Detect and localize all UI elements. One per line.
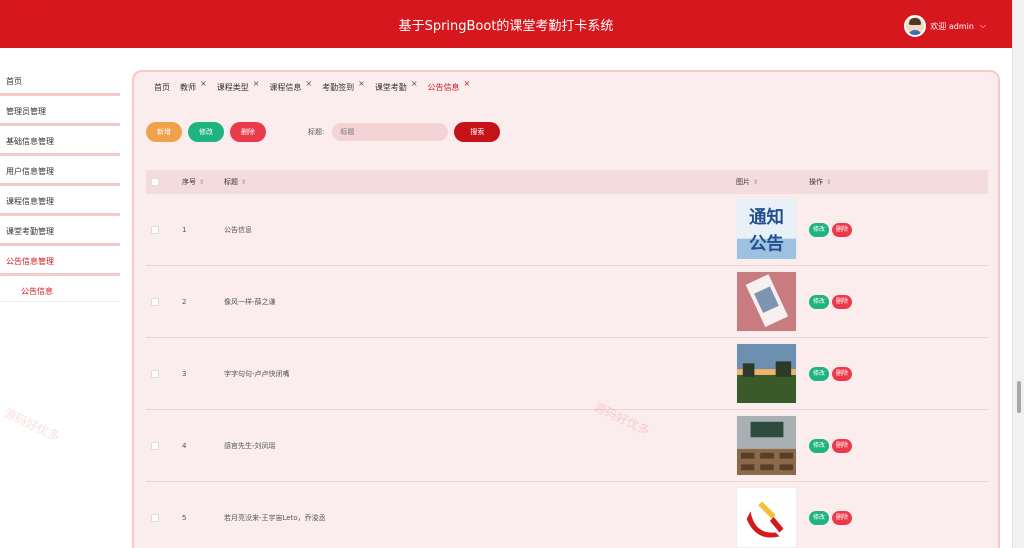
tab-course-type[interactable]: 课程类型 × [216, 79, 260, 93]
close-icon[interactable]: × [411, 79, 418, 88]
row-title: 公告信息 [224, 225, 252, 234]
sidebar-item-user-info[interactable]: 用户信息管理 [0, 156, 120, 186]
sidebar: 首页 管理员管理 基础信息管理 用户信息管理 课程信息管理 课堂考勤管理 公告信… [0, 66, 120, 302]
tab-course-info[interactable]: 课程信息 × [269, 79, 312, 93]
row-checkbox[interactable] [151, 225, 159, 234]
toolbar: 新增 修改 删除 标题: 搜索 [146, 122, 501, 142]
scrollbar[interactable] [1012, 0, 1024, 548]
sidebar-subitem-notice-info[interactable]: 公告信息 [0, 276, 120, 302]
top-header: 基于SpringBoot的课堂考勤打卡系统 欢迎 admin ⌵ [0, 0, 1012, 48]
row-delete-button[interactable]: 删除 [832, 366, 853, 381]
row-index: 3 [182, 369, 187, 378]
table-row: 2 像风一样-薛之谦 修改 删除 [146, 266, 988, 338]
select-all-checkbox[interactable] [151, 178, 159, 186]
row-edit-button[interactable]: 修改 [809, 510, 830, 525]
scrollbar-thumb[interactable] [1016, 380, 1022, 414]
row-checkbox[interactable] [151, 513, 159, 522]
row-delete-button[interactable]: 删除 [832, 222, 853, 237]
watermark: 源码好优多 [1, 405, 62, 444]
row-image [736, 415, 797, 476]
row-edit-button[interactable]: 修改 [809, 222, 830, 237]
header-image[interactable]: 图片 ⇕ [736, 177, 809, 187]
main-panel: 首页 教师 × 课程类型 × 课程信息 × 考勤签到 × 课堂考勤 × 公告信息 × 新增 … [132, 70, 1000, 548]
sort-icon[interactable]: ⇕ [199, 179, 204, 186]
row-checkbox[interactable] [151, 297, 159, 306]
search-label: 标题: [308, 128, 325, 136]
avatar [904, 15, 927, 37]
notice-image: 通知 公告 [736, 199, 797, 260]
header-ops[interactable]: 操作 ⇕ [809, 177, 988, 187]
tab-label: 课堂考勤 [374, 83, 407, 92]
tab-teacher[interactable]: 教师 × [180, 79, 207, 93]
tab-label: 考勤签到 [322, 83, 355, 92]
search-button[interactable]: 搜索 [454, 122, 501, 142]
tab-label: 教师 [180, 83, 196, 92]
close-icon[interactable]: × [358, 79, 365, 88]
svg-text:公告: 公告 [749, 233, 784, 254]
row-title: 像风一样-薛之谦 [224, 297, 276, 306]
table-row: 4 感官先生-刘凤瑶 修改 删除 [146, 410, 988, 482]
sidebar-item-attendance[interactable]: 课堂考勤管理 [0, 216, 120, 246]
header-title[interactable]: 标题 ⇕ [224, 177, 736, 187]
row-checkbox[interactable] [151, 441, 159, 450]
user-label: 欢迎 admin [930, 21, 974, 31]
row-title: 若月亮没来-王宇宙Leto，乔浚丞 [224, 513, 326, 522]
close-icon[interactable]: × [464, 79, 471, 88]
delete-button[interactable]: 删除 [230, 122, 266, 142]
row-index: 5 [182, 513, 187, 522]
row-edit-button[interactable]: 修改 [809, 438, 830, 453]
tab-notice[interactable]: 公告信息 × [427, 79, 471, 93]
row-delete-button[interactable]: 删除 [832, 294, 853, 309]
tab-attendance[interactable]: 课堂考勤 × [374, 79, 418, 93]
tab-check-in[interactable]: 考勤签到 × [322, 79, 365, 93]
row-index: 2 [182, 297, 187, 306]
sidebar-item-basic-info[interactable]: 基础信息管理 [0, 126, 120, 156]
table-row: 5 若月亮没来-王宇宙Leto，乔浚丞 修改 删除 [146, 482, 988, 548]
row-title: 感官先生-刘凤瑶 [224, 441, 276, 450]
sort-icon[interactable]: ⇕ [241, 179, 246, 186]
tab-label: 首页 [154, 83, 170, 92]
tab-home[interactable]: 首页 [154, 82, 170, 93]
sidebar-item-admin[interactable]: 管理员管理 [0, 96, 120, 126]
row-edit-button[interactable]: 修改 [809, 366, 830, 381]
svg-text:通知: 通知 [749, 207, 784, 228]
close-icon[interactable]: × [253, 79, 260, 88]
tab-label: 课程类型 [216, 83, 249, 92]
tab-label: 课程信息 [269, 83, 302, 92]
row-title: 字字句句-卢卢快闭嘴 [224, 369, 290, 378]
table-row: 1 公告信息 通知 公告 修改 删除 [146, 194, 988, 266]
row-delete-button[interactable]: 删除 [832, 438, 853, 453]
sort-icon[interactable]: ⇕ [826, 179, 831, 186]
row-delete-button[interactable]: 删除 [832, 510, 853, 525]
tab-label: 公告信息 [427, 83, 460, 92]
sidebar-item-home[interactable]: 首页 [0, 66, 120, 96]
row-image [736, 487, 797, 548]
row-index: 4 [182, 441, 187, 450]
user-menu[interactable]: 欢迎 admin ⌵ [904, 15, 986, 37]
row-index: 1 [182, 225, 187, 234]
row-edit-button[interactable]: 修改 [809, 294, 830, 309]
table-row: 3 字字句句-卢卢快闭嘴 修改 删除 [146, 338, 988, 410]
sort-icon[interactable]: ⇕ [753, 179, 758, 186]
row-checkbox[interactable] [151, 369, 159, 378]
notice-table: 序号 ⇕ 标题 ⇕ 图片 ⇕ 操作 ⇕ 1 公告信息 通知 公告 修改 删除 2… [146, 170, 988, 548]
close-icon[interactable]: × [305, 79, 312, 88]
close-icon[interactable]: × [200, 79, 207, 88]
chevron-down-icon: ⌵ [979, 21, 986, 30]
app-title: 基于SpringBoot的课堂考勤打卡系统 [398, 19, 614, 34]
edit-button[interactable]: 修改 [188, 122, 224, 142]
tab-bar: 首页 教师 × 课程类型 × 课程信息 × 考勤签到 × 课堂考勤 × 公告信息 × [154, 79, 480, 93]
header-index[interactable]: 序号 ⇕ [182, 177, 224, 187]
sidebar-item-course-info[interactable]: 课程信息管理 [0, 186, 120, 216]
add-button[interactable]: 新增 [146, 122, 182, 142]
sidebar-item-notice[interactable]: 公告信息管理 [0, 246, 120, 276]
row-image [736, 271, 797, 332]
row-image [736, 343, 797, 404]
search-input[interactable] [332, 123, 449, 141]
table-header: 序号 ⇕ 标题 ⇕ 图片 ⇕ 操作 ⇕ [146, 170, 988, 194]
